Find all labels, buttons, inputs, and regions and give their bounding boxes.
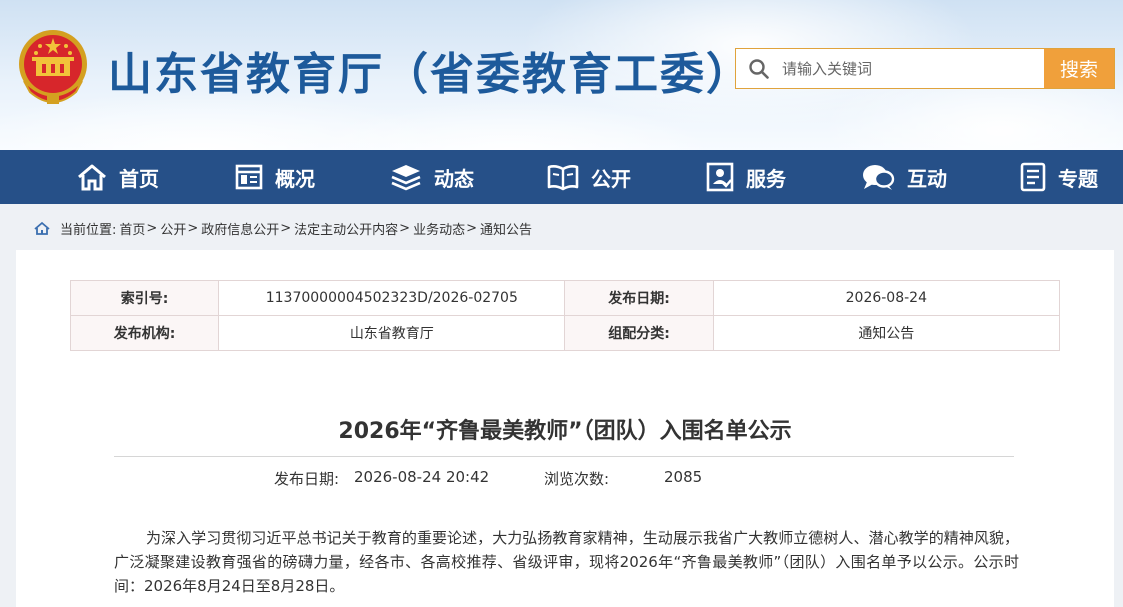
service-icon	[706, 162, 734, 192]
nav-item-interact[interactable]: 互动	[861, 150, 947, 204]
org-label: 发布机构:	[69, 315, 220, 351]
site-title: 山东省教育厅（省委教育工委）	[108, 49, 752, 100]
nav-item-public[interactable]: 公开	[547, 150, 631, 204]
nav-item-overview[interactable]: 概况	[235, 150, 315, 204]
pub-date-label: 发布日期:	[274, 470, 340, 488]
date-label: 发布日期:	[564, 280, 714, 316]
nav-label: 首页	[119, 166, 159, 191]
nav-label: 互动	[907, 166, 947, 191]
title-divider	[114, 456, 1014, 457]
overview-icon	[235, 164, 263, 190]
content-panel: 索引号: 11370000004502323D/2026-02705 发布日期:…	[16, 250, 1114, 607]
views-value: 2085	[664, 468, 703, 486]
search-input[interactable]	[782, 49, 1044, 88]
home-icon	[78, 164, 106, 191]
search-icon	[736, 49, 782, 88]
date-value: 2026-08-24	[712, 280, 1061, 316]
index-label: 索引号:	[69, 280, 220, 316]
breadcrumb-gov-info[interactable]: 政府信息公开	[201, 219, 279, 238]
article-title: 2026年“齐鲁最美教师”（团队）入围名单公示	[338, 419, 792, 444]
home-small-icon	[34, 221, 50, 235]
breadcrumb-business[interactable]: 业务动态	[413, 219, 465, 238]
breadcrumb-prefix: 当前位置:	[60, 222, 117, 238]
nav-item-news[interactable]: 动态	[390, 150, 474, 204]
nav-label: 公开	[591, 166, 631, 191]
document-icon	[1020, 162, 1046, 192]
breadcrumb: 当前位置: 首页 > 公开 > 政府信息公开 > 法定主动公开内容 > 业务动态 > 通知…	[34, 218, 532, 238]
nav-item-service[interactable]: 服务	[706, 150, 786, 204]
breadcrumb-statutory[interactable]: 法定主动公开内容	[294, 219, 398, 238]
nav-label: 动态	[434, 166, 474, 191]
breadcrumb-notices[interactable]: 通知公告	[480, 219, 532, 238]
org-value: 山东省教育厅	[218, 315, 566, 351]
site-header: 山东省教育厅（省委教育工委） 搜索	[0, 0, 1123, 150]
nav-label: 服务	[746, 166, 786, 191]
table-row: 索引号: 11370000004502323D/2026-02705 发布日期:…	[69, 280, 1061, 316]
category-label: 组配分类:	[564, 315, 714, 351]
nav-item-topics[interactable]: 专题	[1020, 150, 1098, 204]
article-body: 为深入学习贯彻习近平总书记关于教育的重要论述，大力弘扬教育家精神，生动展示我省广…	[114, 529, 1019, 595]
search-box: 搜索	[735, 48, 1115, 89]
meta-table: 索引号: 11370000004502323D/2026-02705 发布日期:…	[69, 280, 1061, 351]
pub-date-value: 2026-08-24 20:42	[354, 468, 490, 486]
nav-item-home[interactable]: 首页	[77, 150, 159, 204]
category-value: 通知公告	[712, 315, 1061, 351]
main-nav: 首页 概况 动态 公开 服务 互动 专题	[0, 150, 1123, 204]
nav-label: 概况	[275, 166, 315, 191]
search-button[interactable]: 搜索	[1044, 49, 1114, 88]
views-label: 浏览次数:	[544, 470, 610, 488]
chat-icon	[863, 165, 895, 190]
index-value: 11370000004502323D/2026-02705	[218, 280, 566, 316]
table-row: 发布机构: 山东省教育厅 组配分类: 通知公告	[69, 315, 1061, 351]
breadcrumb-public[interactable]: 公开	[160, 219, 186, 238]
breadcrumb-home[interactable]: 首页	[119, 219, 145, 238]
national-emblem-icon	[19, 30, 87, 104]
nav-label: 专题	[1058, 166, 1098, 191]
book-icon	[547, 165, 579, 191]
stack-icon	[391, 165, 421, 191]
